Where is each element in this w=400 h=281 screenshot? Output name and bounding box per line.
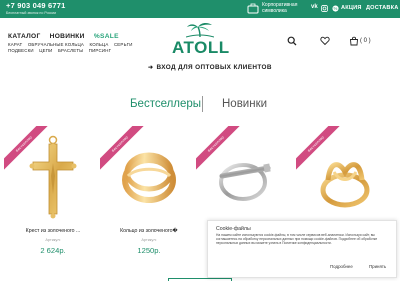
wholesale-login-link[interactable]: ➜ ВХОД ДЛЯ ОПТОВЫХ КЛИЕНТОВ bbox=[148, 64, 272, 71]
palm-logo-icon bbox=[186, 22, 214, 38]
cookie-title: Cookie-файлы bbox=[216, 226, 251, 232]
nav-catalog[interactable]: КАТАЛОГ bbox=[8, 33, 41, 40]
product-article: Артикул: bbox=[45, 238, 61, 242]
cookie-more-button[interactable]: Подробнее bbox=[330, 264, 353, 269]
vk-icon[interactable]: vk bbox=[311, 4, 318, 10]
nav-sub-item[interactable]: ПОДВЕСКИ bbox=[8, 48, 34, 53]
nav-sub-item[interactable]: БРАСЛЕТЫ bbox=[58, 48, 83, 53]
phone-note: Бесплатный звонок по России bbox=[6, 10, 57, 15]
main-nav: КАТАЛОГ НОВИНКИ %SALE bbox=[8, 33, 126, 40]
search-icon[interactable] bbox=[287, 36, 297, 46]
nav-sub-item[interactable]: СЕРЬГИ bbox=[114, 42, 133, 47]
product-name[interactable]: Крест из золоченого ... bbox=[4, 228, 102, 234]
instagram-icon[interactable] bbox=[321, 5, 328, 12]
tab-bestsellers[interactable]: Бестселлеры bbox=[130, 98, 201, 110]
cookie-accept-button[interactable]: Принять bbox=[369, 264, 386, 269]
cookie-text: На нашем сайте используются cookie-файлы… bbox=[216, 233, 378, 246]
corporate-line2: символика bbox=[262, 7, 287, 14]
site-logo[interactable]: ATOLL bbox=[172, 22, 230, 62]
nav-sub-item[interactable]: ОБРУЧАЛЬНЫЕ КОЛЬЦА bbox=[28, 42, 84, 47]
top-bar: +7 903 049 6771 Бесплатный звонок по Рос… bbox=[0, 0, 400, 18]
cart-icon[interactable] bbox=[349, 36, 359, 46]
nav-sub-item[interactable]: ПИРСИНГ bbox=[89, 48, 111, 53]
product-price: 2 624р. bbox=[40, 246, 66, 255]
sub-nav: КАРАТ ОБРУЧАЛЬНЫЕ КОЛЬЦА КОЛЬЦА СЕРЬГИ П… bbox=[8, 42, 158, 54]
gold-ring-icon bbox=[122, 152, 176, 203]
promo-link[interactable]: АКЦИЯ bbox=[341, 5, 362, 11]
nav-sub-item[interactable]: ЦЕПИ bbox=[39, 48, 52, 53]
nav-new[interactable]: НОВИНКИ bbox=[50, 33, 85, 40]
nav-sub-item[interactable]: КАРАТ bbox=[8, 42, 22, 47]
product-card[interactable]: бестселлер Крест из золоченого ... Артик… bbox=[4, 126, 102, 266]
delivery-link[interactable]: ДОСТАВКА bbox=[366, 5, 398, 11]
nav-sub-item[interactable]: КОЛЬЦА bbox=[90, 42, 109, 47]
tab-divider bbox=[202, 96, 203, 112]
corporate-icon bbox=[247, 3, 259, 14]
product-name[interactable]: Кольцо из золоченого� bbox=[100, 228, 198, 234]
product-price: 1250р. bbox=[137, 246, 161, 255]
heart-icon[interactable] bbox=[320, 36, 330, 46]
cart-count[interactable]: ( 0 ) bbox=[360, 38, 371, 44]
product-article: Артикул: bbox=[141, 238, 157, 242]
gold-cross-icon bbox=[29, 135, 77, 219]
phone-number[interactable]: +7 903 049 6771 bbox=[6, 1, 66, 10]
tab-new[interactable]: Новинки bbox=[222, 98, 267, 110]
login-icon: ➜ bbox=[148, 65, 154, 71]
corporate-link[interactable]: Корпоративная символика bbox=[262, 2, 297, 14]
svg-text:%: % bbox=[334, 6, 338, 11]
gold-knot-ring-icon bbox=[320, 162, 370, 208]
cookie-popup: Cookie-файлы На нашем сайте используются… bbox=[207, 220, 397, 278]
silver-ring-icon bbox=[219, 163, 271, 201]
wholesale-label: ВХОД ДЛЯ ОПТОВЫХ КЛИЕНТОВ bbox=[156, 64, 272, 71]
logo-text: ATOLL bbox=[172, 38, 230, 57]
nav-sale[interactable]: %SALE bbox=[94, 33, 119, 40]
product-card[interactable]: бестселлер Кольцо из золоченого� Артикул… bbox=[100, 126, 198, 266]
percent-tag-icon: % bbox=[332, 5, 339, 12]
